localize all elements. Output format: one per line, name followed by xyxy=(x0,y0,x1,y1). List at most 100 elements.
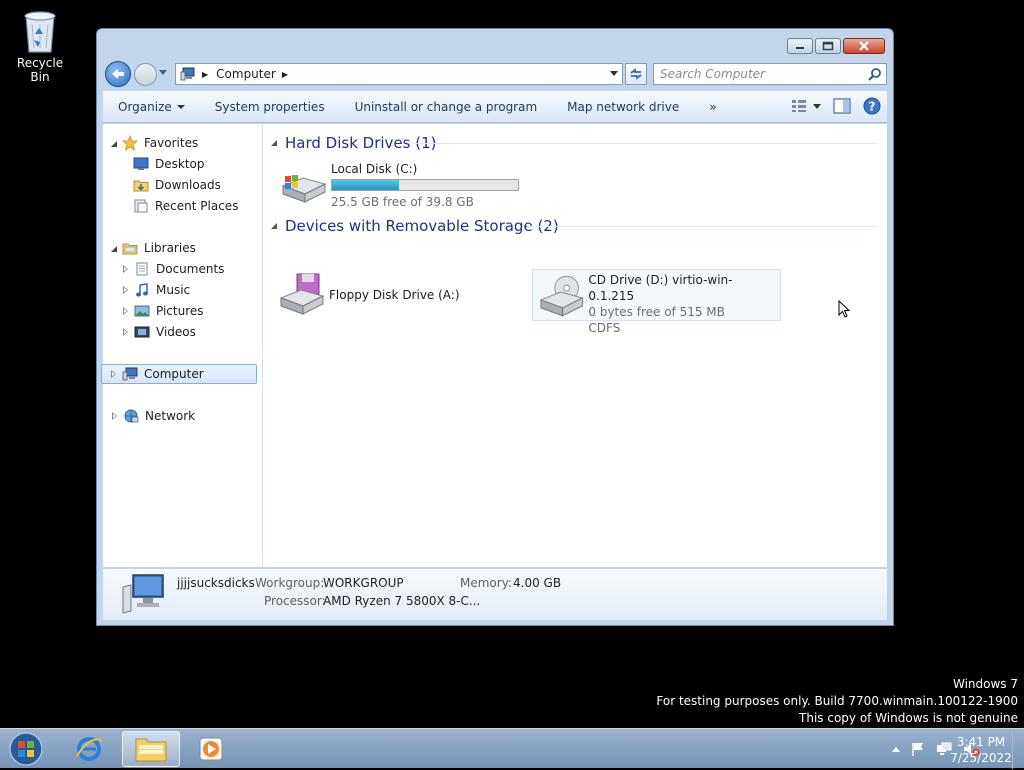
action-center-flag-icon[interactable] xyxy=(910,741,926,757)
drive-floppy-a[interactable]: Floppy Disk Drive (A:) xyxy=(277,270,460,316)
group-divider xyxy=(413,143,877,144)
group-header-hard-disk-drives[interactable]: Hard Disk Drives (1) xyxy=(271,134,436,152)
search-box[interactable] xyxy=(653,63,887,85)
show-hidden-icons-icon[interactable] xyxy=(892,746,900,752)
nav-label: Libraries xyxy=(144,241,196,255)
search-input[interactable] xyxy=(654,67,854,81)
nav-label: Desktop xyxy=(155,157,205,171)
breadcrumb-separator-icon[interactable]: ▶ xyxy=(282,70,288,79)
drive-cd-d[interactable]: CD Drive (D:) virtio-win-0.1.215 0 bytes… xyxy=(532,269,781,335)
back-arrow-icon xyxy=(112,69,124,79)
nav-label: Music xyxy=(156,283,191,297)
mouse-cursor-icon xyxy=(838,300,850,318)
expand-arrow-icon[interactable] xyxy=(111,245,118,252)
expand-arrow-icon[interactable] xyxy=(123,265,130,273)
address-dropdown-icon[interactable] xyxy=(610,71,618,76)
folder-icon xyxy=(135,738,167,762)
expand-arrow-icon[interactable] xyxy=(111,140,118,147)
view-dropdown-icon[interactable] xyxy=(813,103,821,109)
group-header-removable-storage[interactable]: Devices with Removable Storage (2) xyxy=(271,217,559,235)
nav-item-network[interactable]: Network xyxy=(112,406,195,426)
forward-button[interactable] xyxy=(134,63,157,86)
minimize-icon xyxy=(796,47,804,49)
computer-name: jjjjsucksdicks xyxy=(177,576,255,590)
drive-free-space: 25.5 GB free of 39.8 GB xyxy=(331,195,474,209)
start-button[interactable] xyxy=(4,731,48,767)
nav-item-music[interactable]: Music xyxy=(123,280,190,300)
processor-value: AMD Ryzen 7 5800X 8-C... xyxy=(323,594,481,608)
nav-item-videos[interactable]: Videos xyxy=(123,322,196,342)
taskbar-media-player[interactable] xyxy=(182,731,240,767)
nav-item-recent-places[interactable]: Recent Places xyxy=(133,196,238,216)
close-button[interactable] xyxy=(843,38,885,54)
details-pane: jjjjsucksdicks Workgroup: WORKGROUP Memo… xyxy=(103,568,887,620)
nav-item-computer[interactable]: Computer xyxy=(101,364,257,384)
expand-arrow-icon[interactable] xyxy=(123,286,130,294)
nav-item-pictures[interactable]: Pictures xyxy=(123,301,204,321)
expand-arrow-icon[interactable] xyxy=(112,412,119,420)
collapse-arrow-icon[interactable] xyxy=(271,223,277,229)
nav-item-desktop[interactable]: Desktop xyxy=(133,154,205,174)
recycle-bin[interactable]: Recycle Bin xyxy=(6,6,74,84)
disk-usage-fill xyxy=(332,180,399,190)
downloads-folder-icon xyxy=(133,180,149,192)
group-divider xyxy=(527,226,877,227)
more-commands-button[interactable]: » xyxy=(694,100,731,114)
organize-menu[interactable]: Organize xyxy=(103,100,200,114)
expand-arrow-icon[interactable] xyxy=(123,328,130,336)
network-icon xyxy=(124,409,139,423)
taskbar-clock[interactable]: 3:41 PM 7/25/2022 xyxy=(944,734,1018,766)
watermark-line: This copy of Windows is not genuine xyxy=(799,711,1018,725)
breadcrumb-computer[interactable]: Computer xyxy=(216,67,276,81)
taskbar: 3:41 PM 7/25/2022 xyxy=(0,728,1024,769)
preview-pane-icon[interactable] xyxy=(833,98,851,114)
nav-label: Videos xyxy=(156,325,196,339)
minimize-button[interactable] xyxy=(787,38,813,54)
command-bar: Organize System properties Uninstall or … xyxy=(103,91,887,123)
nav-item-downloads[interactable]: Downloads xyxy=(133,175,221,195)
breadcrumb-separator-icon[interactable]: ▶ xyxy=(202,70,208,79)
system-properties-button[interactable]: System properties xyxy=(200,100,340,114)
taskbar-windows-explorer[interactable] xyxy=(122,731,180,767)
search-icon[interactable] xyxy=(868,67,882,81)
collapse-arrow-icon[interactable] xyxy=(271,140,277,146)
drive-name: CD Drive (D:) virtio-win-0.1.215 xyxy=(588,273,733,303)
nav-label: Favorites xyxy=(144,136,199,150)
uninstall-program-button[interactable]: Uninstall or change a program xyxy=(340,100,553,114)
nav-item-favorites[interactable]: Favorites xyxy=(111,133,198,153)
recent-pages-dropdown-icon[interactable] xyxy=(159,70,167,75)
desktop: Recycle Bin Windows 7 For testing purpos… xyxy=(0,0,1024,728)
videos-icon xyxy=(134,326,150,338)
nav-item-documents[interactable]: Documents xyxy=(123,259,224,279)
cd-drive-icon xyxy=(539,275,584,317)
navigation-bar: ▶ Computer ▶ xyxy=(105,61,887,89)
help-icon[interactable]: ? xyxy=(863,97,881,115)
map-network-drive-button[interactable]: Map network drive xyxy=(552,100,694,114)
drive-local-disk-c[interactable]: Local Disk (C:) 25.5 GB free of 39.8 GB xyxy=(279,162,519,209)
nav-label: Downloads xyxy=(155,178,221,192)
internet-explorer-icon xyxy=(76,737,103,761)
svg-text:?: ? xyxy=(869,100,876,114)
address-bar[interactable]: ▶ Computer ▶ xyxy=(175,63,623,85)
workgroup-label: Workgroup: xyxy=(255,576,325,590)
pictures-icon xyxy=(134,305,150,317)
recent-places-icon xyxy=(134,199,148,213)
maximize-button[interactable] xyxy=(815,38,841,54)
taskbar-internet-explorer[interactable] xyxy=(60,731,118,767)
expand-arrow-icon[interactable] xyxy=(123,307,130,315)
drive-free-space: 0 bytes free of 515 MB xyxy=(588,305,725,319)
nav-label: Computer xyxy=(144,367,204,381)
change-view-icon[interactable] xyxy=(791,99,807,113)
windows-watermark: Windows 7 For testing purposes only. Bui… xyxy=(656,676,1018,727)
recycle-bin-label: Recycle Bin xyxy=(16,56,64,84)
refresh-button[interactable] xyxy=(625,63,647,85)
show-desktop-button[interactable] xyxy=(1012,729,1024,769)
chevron-down-icon xyxy=(176,105,185,109)
close-icon xyxy=(859,41,869,51)
nav-item-libraries[interactable]: Libraries xyxy=(111,238,196,258)
back-button[interactable] xyxy=(105,61,131,87)
expand-arrow-icon[interactable] xyxy=(111,370,118,378)
star-icon xyxy=(122,135,138,151)
watermark-line: Windows 7 xyxy=(952,677,1018,691)
memory-value: 4.00 GB xyxy=(513,576,562,590)
